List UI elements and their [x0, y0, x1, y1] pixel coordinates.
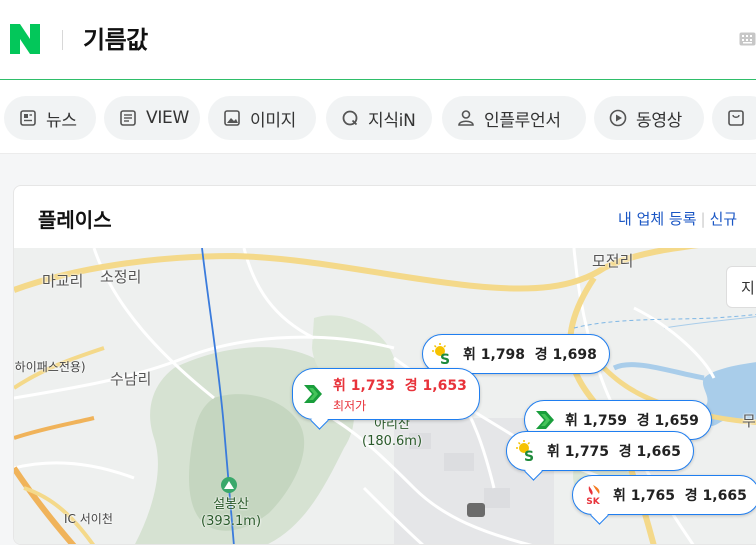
tab-label: VIEW	[146, 108, 189, 128]
marker-price: 휘 1,759 경 1,659	[565, 410, 699, 430]
map-label-mojeonri: 모전리	[592, 252, 634, 270]
search-tab-bar: 뉴스 VIEW 이미지 지식iN 인플루언서 동영상	[0, 80, 756, 154]
person-icon	[458, 110, 474, 126]
naver-logo[interactable]	[10, 24, 40, 54]
map-label-ic: IC 서이천	[64, 512, 113, 526]
svg-text:SK: SK	[586, 497, 600, 507]
gas-station-marker[interactable]: S 휘 1,775 경 1,665	[506, 431, 694, 471]
diesel-price: 경 1,659	[636, 413, 699, 429]
s-oil-logo-icon: S	[432, 343, 450, 366]
map-label-sunamri: 수남리	[110, 370, 152, 388]
tab-shopping[interactable]	[712, 96, 756, 140]
tab-kin[interactable]: 지식iN	[326, 96, 432, 140]
sk-logo-icon: SK	[586, 485, 601, 507]
place-map[interactable]: 마교리 소정리 (하이패스전용) 수남리 아리산 (180.6m) 설봉산 (3…	[14, 248, 756, 544]
green-arrow-brand-icon	[536, 411, 554, 429]
map-side-button[interactable]: 지	[726, 266, 756, 308]
map-label-seolbongsan: 설봉산 (393.1m)	[201, 496, 261, 530]
svg-text:S: S	[524, 449, 534, 463]
link-separator: |	[700, 210, 706, 228]
view-icon	[120, 110, 136, 126]
diesel-price: 경 1,665	[684, 488, 747, 504]
place-links: 내 업체 등록 | 신규	[618, 208, 737, 229]
gas-station-marker-lowest[interactable]: 휘 1,733 경 1,653 최저가	[292, 368, 480, 420]
map-label-mu: 무	[742, 412, 756, 430]
news-icon	[20, 110, 36, 126]
new-business-link[interactable]: 신규	[710, 210, 738, 228]
marker-price: 휘 1,775 경 1,665	[547, 441, 681, 461]
diesel-price: 경 1,665	[618, 444, 681, 460]
map-label-hipass: (하이패스전용)	[14, 360, 86, 374]
tab-label: 인플루언서	[484, 110, 561, 131]
lowest-price-label: 최저가	[333, 398, 367, 413]
gasoline-price: 휘 1,733	[333, 377, 396, 394]
search-header: 기름값	[0, 0, 756, 80]
place-title: 플레이스	[38, 208, 112, 232]
gasoline-price: 휘 1,759	[565, 413, 628, 429]
svg-text:S: S	[440, 352, 450, 366]
tab-influencer[interactable]: 인플루언서	[442, 96, 586, 140]
place-card: 플레이스 내 업체 등록 | 신규 마교리 소정리 (하이패스전용) 수남리 아…	[13, 185, 756, 545]
gasoline-price: 휘 1,775	[547, 444, 610, 460]
tab-image[interactable]: 이미지	[208, 96, 316, 140]
gas-station-marker[interactable]: SK 휘 1,765 경 1,665	[572, 475, 756, 515]
map-label-magyori: 마교리	[42, 272, 84, 290]
marker-price: 휘 1,798 경 1,698	[463, 344, 597, 364]
gasoline-price: 휘 1,765	[613, 488, 676, 504]
diesel-price: 경 1,698	[534, 347, 597, 363]
tab-label: 이미지	[250, 110, 297, 131]
image-icon	[224, 110, 240, 126]
tab-label: 지식iN	[368, 110, 416, 131]
green-arrow-brand-icon	[304, 385, 322, 403]
play-icon	[609, 109, 627, 127]
tab-video[interactable]: 동영상	[594, 96, 704, 140]
register-business-link[interactable]: 내 업체 등록	[618, 210, 697, 228]
diesel-price: 경 1,653	[404, 377, 467, 394]
s-oil-logo-icon: S	[516, 440, 534, 463]
gasoline-price: 휘 1,798	[463, 347, 526, 363]
kin-icon	[342, 110, 358, 126]
map-label-seolbongsan-height: (393.1m)	[201, 514, 262, 529]
map-label-seolbongsan-name: 설봉산	[213, 497, 249, 512]
tab-label: 동영상	[636, 110, 683, 131]
marker-price: 휘 1,733 경 1,653 최저가	[333, 375, 467, 414]
tab-news[interactable]: 뉴스	[4, 96, 96, 140]
keyboard-icon[interactable]	[739, 32, 756, 46]
map-label-arisan: 아리산 (180.6m)	[362, 416, 422, 450]
tab-label: 뉴스	[46, 110, 77, 131]
header-divider	[62, 30, 63, 50]
marker-price: 휘 1,765 경 1,665	[613, 485, 747, 505]
map-label-sojeongri: 소정리	[100, 268, 142, 286]
shopping-icon	[728, 110, 744, 126]
search-query[interactable]: 기름값	[83, 20, 148, 55]
tab-view[interactable]: VIEW	[104, 96, 200, 140]
map-label-arisan-height: (180.6m)	[362, 434, 423, 449]
